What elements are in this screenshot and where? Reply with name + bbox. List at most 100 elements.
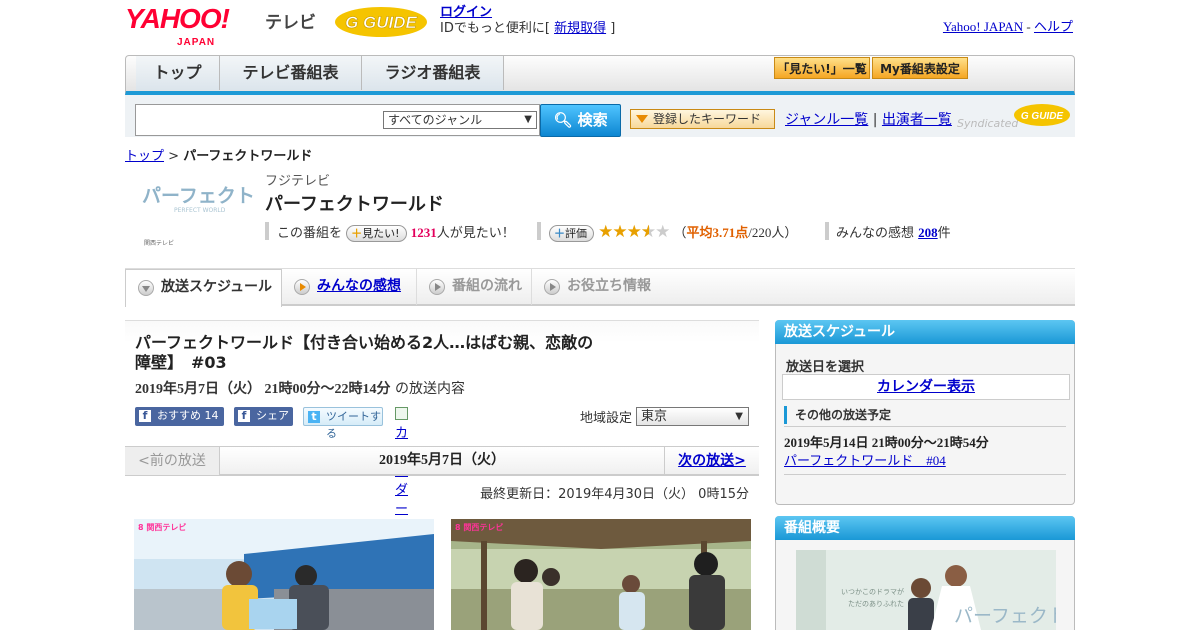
site-header: YAHOO! JAPAN テレビ G GUIDE ログイン IDでもっと便利に[… xyxy=(125,0,1075,50)
search-button-label: 検索 xyxy=(577,111,608,129)
summary-image-title: パーフェクト xyxy=(954,605,1056,627)
nav-tab-tv-schedule[interactable]: テレビ番組表 xyxy=(220,56,362,90)
tweet-button[interactable]: t ツイートする xyxy=(303,407,383,440)
header-links: Yahoo! JAPAN - ヘルプ xyxy=(943,16,1073,35)
login-prompt: IDでもっと便利に[ xyxy=(440,21,550,36)
next-episode-link[interactable]: 次の放送> xyxy=(664,447,759,475)
dropdown-triangle-icon xyxy=(636,115,648,123)
program-tabs: 放送スケジュール みんなの感想 番組の流れ お役立ち情報 xyxy=(125,268,1075,307)
facebook-share-button[interactable]: f シェア xyxy=(234,407,293,426)
episode-photo-1[interactable]: 8 関西テレビ xyxy=(134,519,434,630)
facebook-icon: f xyxy=(139,410,151,422)
help-link[interactable]: ヘルプ xyxy=(1034,19,1073,34)
tab-useful-info-label: お役立ち情報 xyxy=(567,278,651,294)
plus-icon: ＋ xyxy=(554,227,565,240)
mitai-count: 1231 xyxy=(410,225,437,240)
program-logo-sub: PERFECT WORLD xyxy=(174,207,226,214)
impressions-label: みんなの感想 xyxy=(836,226,915,241)
select-date-label: 放送日を選択 xyxy=(786,360,865,375)
tab-impressions[interactable]: みんなの感想 xyxy=(282,269,417,305)
photo-channel-tag: 8 関西テレビ xyxy=(138,523,187,532)
nav-tab-radio-schedule[interactable]: ラジオ番組表 xyxy=(362,56,504,90)
program-summary-image[interactable]: いつかこのドラマが ただのありふれた パーフェクト xyxy=(796,550,1056,630)
play-arrow-icon xyxy=(429,279,445,295)
plus-icon: ＋ xyxy=(351,227,363,240)
mitai-suffix: 人が見たい！ xyxy=(436,226,515,241)
facebook-recommend-button[interactable]: f おすすめ 14 xyxy=(135,407,224,426)
svg-text:G GUIDE: G GUIDE xyxy=(345,13,417,32)
search-icon: 🔍︎ xyxy=(553,111,573,129)
calendar-display-link[interactable]: カレンダー表示 xyxy=(782,374,1070,400)
yahoo-japan-link[interactable]: Yahoo! JAPAN xyxy=(943,19,1023,34)
channel-name: フジテレビ xyxy=(265,174,331,189)
header-separator: - xyxy=(1026,19,1031,34)
dropdown-arrow-icon: ▼ xyxy=(735,411,743,422)
gguide-logo[interactable]: G GUIDE xyxy=(333,5,429,39)
nav-tab-top[interactable]: トップ xyxy=(136,56,220,90)
divider xyxy=(784,474,1066,475)
gguide-small-logo: G GUIDE xyxy=(1014,104,1070,126)
twitter-bird-icon: t xyxy=(308,411,320,423)
meta-separator xyxy=(537,222,541,240)
episode-date-value: 2019年5月7日（火） 21時00分～22時14分 xyxy=(135,382,391,397)
mitai-button[interactable]: ＋見たい! xyxy=(346,225,407,242)
episode-photo-2[interactable]: 8 関西テレビ xyxy=(451,519,751,630)
mitai-section: この番組を ＋見たい! 1231人が見たい！ xyxy=(277,222,515,242)
tab-schedule-label: 放送スケジュール xyxy=(161,279,273,295)
signup-link[interactable]: 新規取得 xyxy=(554,21,606,36)
fb-recommend-label: おすすめ xyxy=(157,409,201,422)
facebook-icon: f xyxy=(238,410,250,422)
region-label: 地域設定 xyxy=(580,411,633,426)
prev-episode-button[interactable]: <前の放送 xyxy=(125,447,220,475)
other-schedule-heading: その他の放送予定 xyxy=(784,406,891,424)
mitai-prefix: この番組を xyxy=(277,226,343,241)
tab-program-flow[interactable]: 番組の流れ xyxy=(417,269,532,305)
impressions-count-link[interactable]: 208 xyxy=(918,225,938,240)
play-arrow-icon xyxy=(294,279,310,295)
link-divider: | xyxy=(872,112,878,128)
program-logo: パーフェクト ワールド PERFECT WORLD 関西テレビ xyxy=(142,185,253,247)
current-episode-date: 2019年5月7日（火） xyxy=(379,453,505,468)
impressions-suffix: 件 xyxy=(937,226,951,241)
photo-channel-tag: 8 関西テレビ xyxy=(455,523,504,532)
search-links: ジャンル一覧 | 出演者一覧 xyxy=(785,109,952,129)
rating-button[interactable]: ＋評価 xyxy=(549,225,594,242)
chevron-down-icon xyxy=(138,280,154,296)
last-updated: 最終更新日：2019年4月30日（火） 0時15分 xyxy=(480,487,749,502)
syndicated-label: Syndicated xyxy=(957,117,1019,130)
login-bracket: ] xyxy=(610,21,616,36)
meta-separator xyxy=(265,222,269,240)
region-select-value: 東京 xyxy=(641,409,668,424)
search-button[interactable]: 🔍︎ 検索 xyxy=(540,104,621,137)
my-schedule-button[interactable]: My番組表設定 xyxy=(872,57,968,79)
sidebar-schedule-panel: 放送日を選択 カレンダー表示 その他の放送予定 2019年5月14日 21時00… xyxy=(775,320,1075,505)
mitai-list-button[interactable]: 「見たい!」一覧 xyxy=(774,57,870,79)
tv-logo-label[interactable]: テレビ xyxy=(265,8,316,33)
region-select[interactable]: 東京 ▼ xyxy=(636,407,749,426)
genre-select[interactable]: すべてのジャンル ▼ xyxy=(383,111,537,129)
program-logo-channel: 関西テレビ xyxy=(144,239,174,247)
fb-recommend-count: 14 xyxy=(204,409,219,422)
tab-useful-info[interactable]: お役立ち情報 xyxy=(532,269,662,305)
breadcrumb-top[interactable]: トップ xyxy=(125,149,164,164)
episode-navigation: <前の放送 2019年5月7日（火） 次の放送> xyxy=(125,446,759,476)
tab-schedule[interactable]: 放送スケジュール xyxy=(125,269,282,307)
breadcrumb-sep: > xyxy=(168,149,180,164)
login-link[interactable]: ログイン xyxy=(440,5,492,20)
performer-list-link[interactable]: 出演者一覧 xyxy=(882,112,952,128)
tweet-label: ツイートする xyxy=(326,410,381,440)
genre-list-link[interactable]: ジャンル一覧 xyxy=(785,112,868,128)
meta-separator xyxy=(825,222,829,240)
yahoo-logo-japan: JAPAN xyxy=(177,37,216,48)
other-schedule-link[interactable]: パーフェクトワールド #04 xyxy=(784,450,946,469)
tab-impressions-label: みんなの感想 xyxy=(317,278,401,294)
episode-title: パーフェクトワールド【付き合い始める2人…はばむ親、恋敵の障壁】 #03 xyxy=(135,333,594,372)
yahoo-japan-logo[interactable]: YAHOO! JAPAN xyxy=(125,5,230,49)
rating-section: ＋評価 ★★★★ ★ ★ （平均3.71点/220人） xyxy=(549,222,797,242)
tab-program-flow-label: 番組の流れ xyxy=(452,278,522,294)
rating-paren: （ xyxy=(673,226,687,241)
play-arrow-icon xyxy=(544,279,560,295)
episode-photo-1-image xyxy=(134,519,434,630)
registered-keyword-button[interactable]: 登録したキーワード xyxy=(630,109,775,129)
breadcrumb-current: パーフェクトワールド xyxy=(183,149,313,164)
